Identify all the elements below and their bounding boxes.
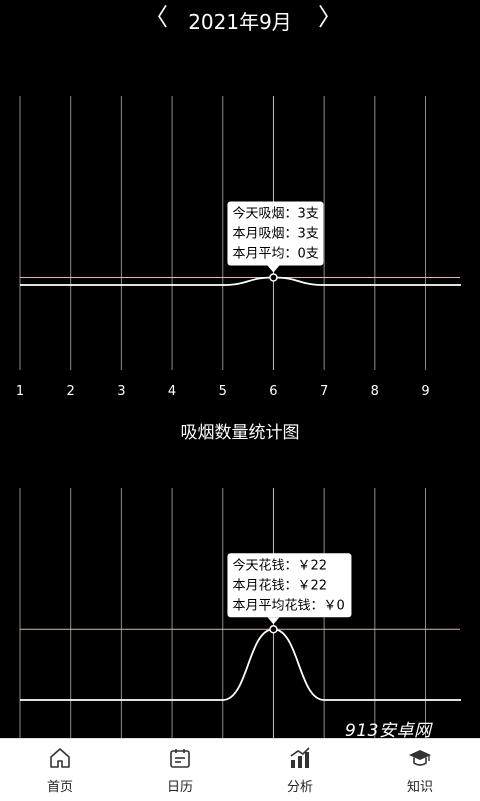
- chart-title: 吸烟数量统计图: [180, 423, 300, 443]
- nav-analysis[interactable]: 分析: [240, 739, 360, 801]
- tooltip-line: 今天吸烟：3支: [232, 206, 318, 222]
- x-tick-label: 5: [219, 384, 227, 399]
- x-tick-label: 9: [421, 384, 429, 399]
- bottom-nav: 首页 日历 分析 知识: [0, 738, 480, 801]
- graduation-cap-icon: [409, 749, 431, 766]
- tooltip-line: 本月花钱：￥22: [232, 577, 327, 593]
- tooltip-pointer: [267, 617, 280, 625]
- x-tick-label: 2: [67, 384, 75, 399]
- tooltip-line: 本月吸烟：3支: [232, 227, 318, 242]
- x-tick-label: 7: [320, 384, 328, 399]
- nav-analysis-label: 分析: [286, 779, 313, 795]
- x-tick-label: 6: [269, 384, 277, 399]
- nav-home-label: 首页: [46, 779, 73, 795]
- nav-calendar-label: 日历: [166, 779, 193, 795]
- chart-icon: [290, 746, 310, 768]
- series-line: [20, 276, 461, 286]
- tooltip-line: 本月平均花钱：￥0: [232, 597, 344, 613]
- nav-calendar[interactable]: 日历: [120, 739, 240, 801]
- x-tick-label: 8: [371, 384, 379, 399]
- spending-chart: 今天花钱：￥22 本月花钱：￥22 本月平均花钱：￥0: [19, 488, 461, 738]
- smoking-chart: 1 2 3 4 5 6 7 8 9 今天吸烟：3支本月吸烟：3支本月平均：0支: [16, 96, 461, 399]
- x-tick-label: 1: [16, 384, 24, 399]
- x-tick-label: 4: [168, 384, 176, 399]
- nav-home[interactable]: 首页: [0, 739, 120, 801]
- nav-knowledge-label: 知识: [406, 779, 433, 795]
- calendar-icon: [170, 748, 190, 768]
- x-tick-label: 3: [117, 384, 125, 399]
- home-icon: [50, 747, 70, 768]
- highlight-point: [269, 273, 278, 282]
- highlight-point: [269, 625, 278, 634]
- tooltip-line: 本月平均：0支: [232, 247, 318, 262]
- series-line: [20, 628, 461, 701]
- tooltip-pointer: [267, 265, 280, 273]
- nav-knowledge[interactable]: 知识: [360, 739, 480, 801]
- tooltip-line: 今天花钱：￥22: [232, 557, 327, 573]
